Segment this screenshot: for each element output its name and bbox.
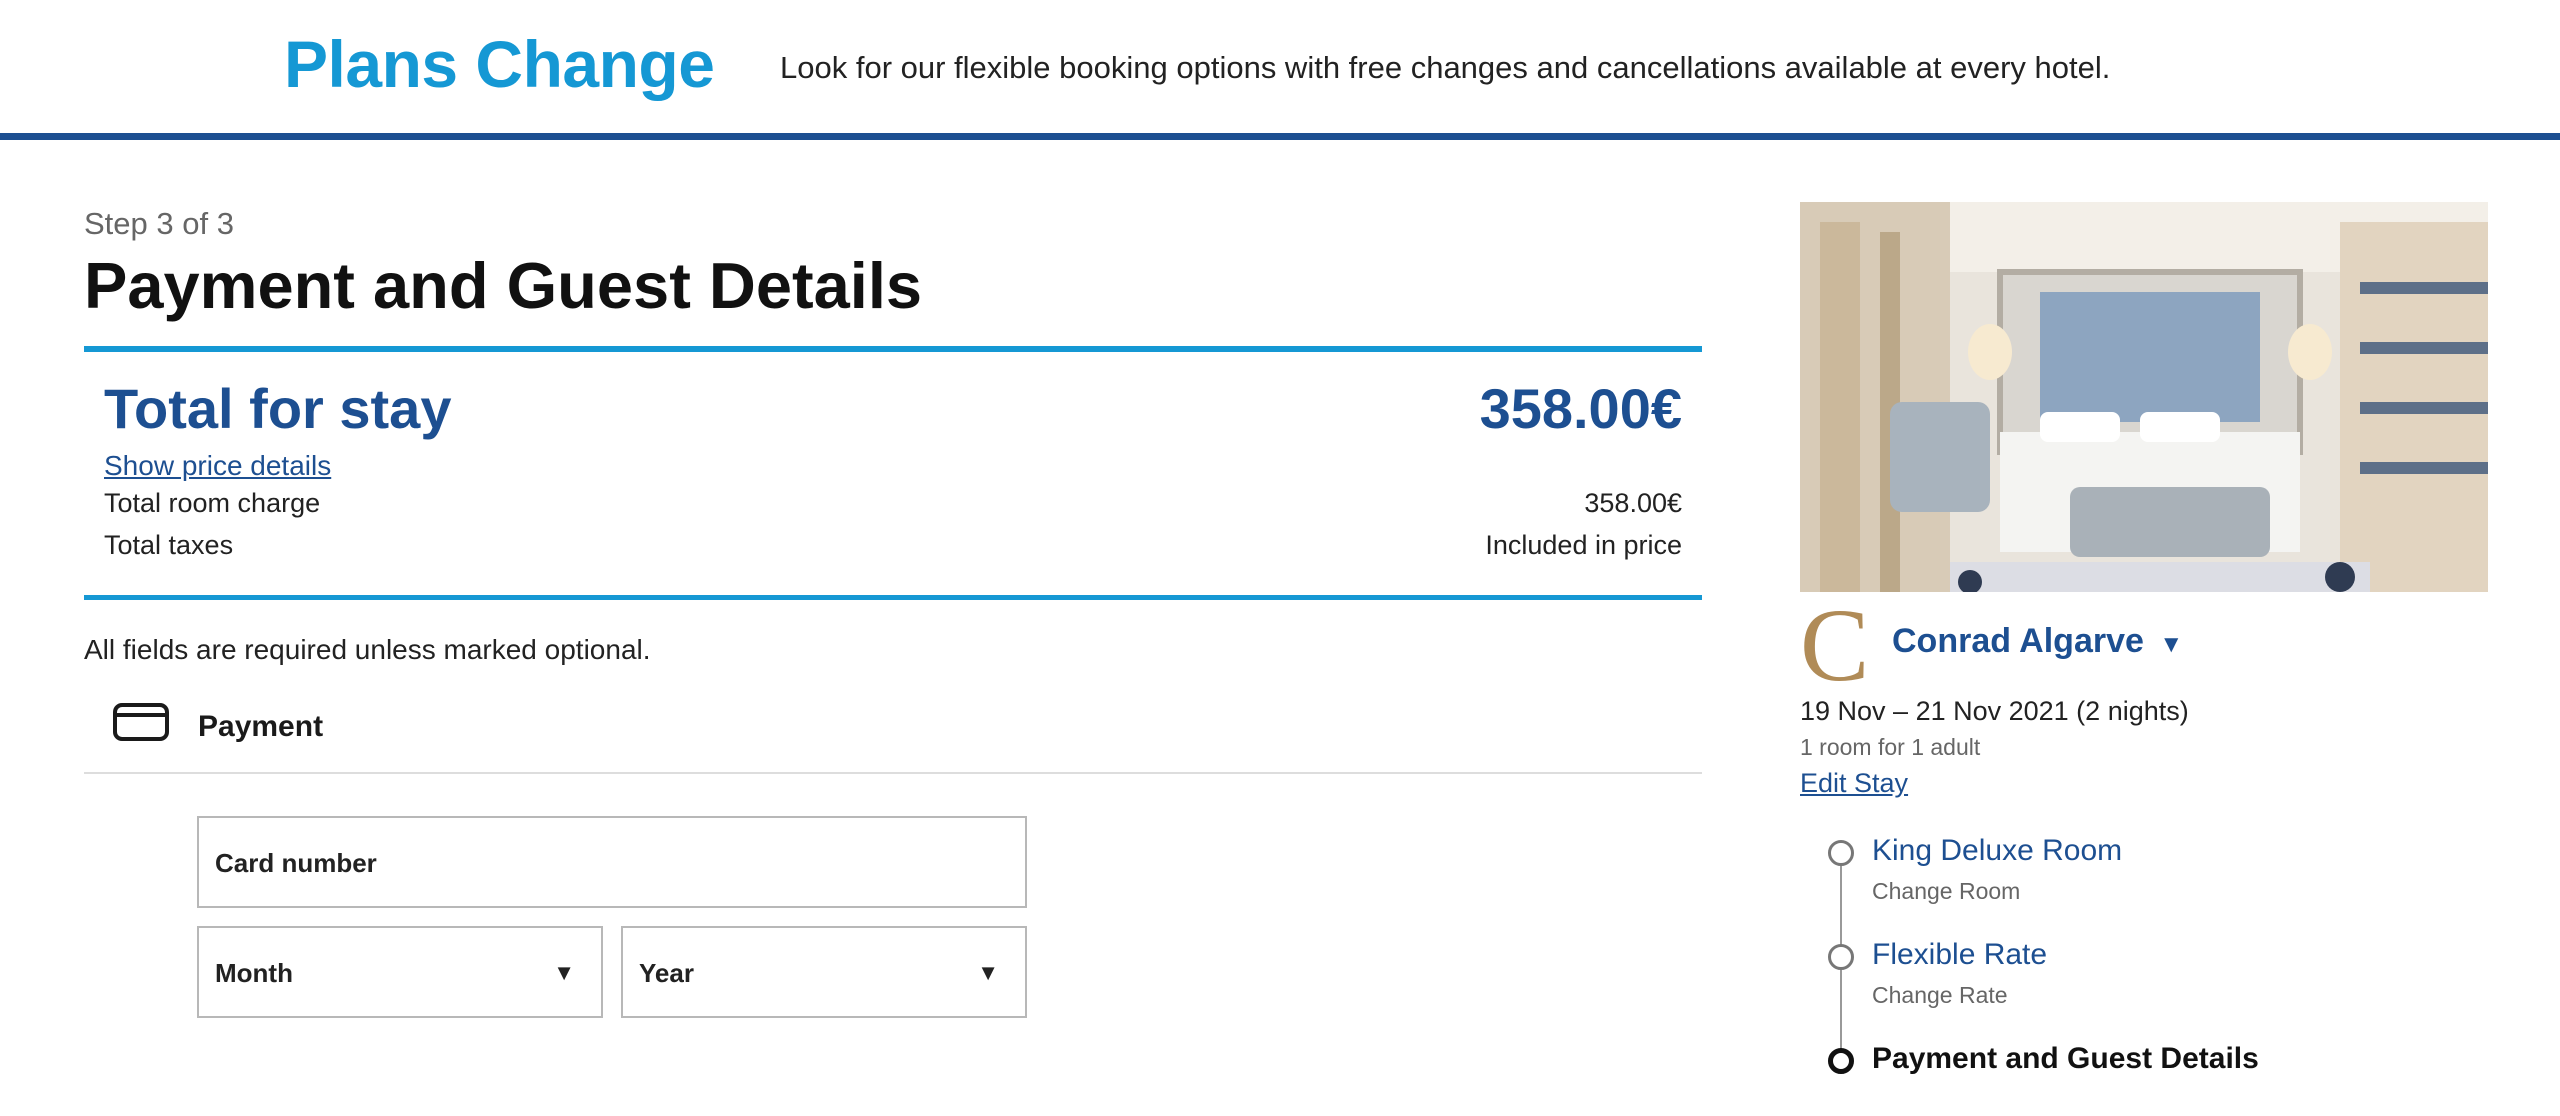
month-label: Month	[215, 958, 293, 988]
banner-text: Look for our flexible booking options wi…	[780, 50, 2111, 85]
edit-stay-link[interactable]: Edit Stay	[1800, 768, 1908, 799]
month-select[interactable]: Month ▼	[197, 926, 603, 1018]
hotel-brand-logo: C	[1800, 588, 1870, 703]
year-select[interactable]: Year ▼	[621, 926, 1027, 1018]
step-marker-icon	[1828, 840, 1854, 866]
step-indicator: Step 3 of 3	[84, 206, 234, 241]
room-charge-value: 358.00€	[1584, 488, 1682, 518]
step-marker-icon	[1828, 944, 1854, 970]
hotel-room-image	[1800, 202, 2488, 592]
credit-card-icon	[113, 703, 169, 741]
card-number-input[interactable]: Card number	[197, 816, 1027, 908]
step-payment-title: Payment and Guest Details	[1872, 1042, 2259, 1075]
step-marker-active-icon	[1828, 1048, 1854, 1074]
change-rate-link[interactable]: Change Rate	[1872, 982, 2008, 1009]
stay-dates: 19 Nov – 21 Nov 2021 (2 nights)	[1800, 696, 2189, 726]
caret-down-icon: ▼	[553, 960, 575, 985]
total-amount: 358.00€	[1479, 377, 1682, 440]
room-charge-label: Total room charge	[104, 488, 321, 518]
hotel-name-dropdown[interactable]: Conrad Algarve ▼	[1892, 622, 2183, 661]
banner-title: Plans Change	[284, 27, 715, 101]
total-summary: Total for stay 358.00€ Show price detail…	[84, 346, 1702, 600]
hotel-name: Conrad Algarve	[1892, 622, 2144, 660]
total-label: Total for stay	[104, 377, 452, 440]
card-number-label: Card number	[215, 848, 377, 878]
promo-banner: Plans Change Look for our flexible booki…	[0, 0, 2560, 140]
stay-guests: 1 room for 1 adult	[1800, 734, 1981, 760]
payment-section-header: Payment	[84, 680, 1702, 774]
step-rate-title: Flexible Rate	[1872, 938, 2048, 971]
change-room-link[interactable]: Change Room	[1872, 878, 2020, 905]
page-title: Payment and Guest Details	[84, 249, 923, 322]
required-fields-note: All fields are required unless marked op…	[84, 634, 651, 665]
triangle-down-icon: ▼	[2159, 631, 2184, 658]
taxes-label: Total taxes	[104, 530, 234, 560]
taxes-value: Included in price	[1485, 530, 1682, 560]
caret-down-icon: ▼	[977, 960, 999, 985]
show-price-details-link[interactable]: Show price details	[104, 450, 331, 482]
payment-label: Payment	[198, 710, 324, 743]
step-room-title: King Deluxe Room	[1872, 834, 2123, 867]
year-label: Year	[639, 958, 694, 988]
